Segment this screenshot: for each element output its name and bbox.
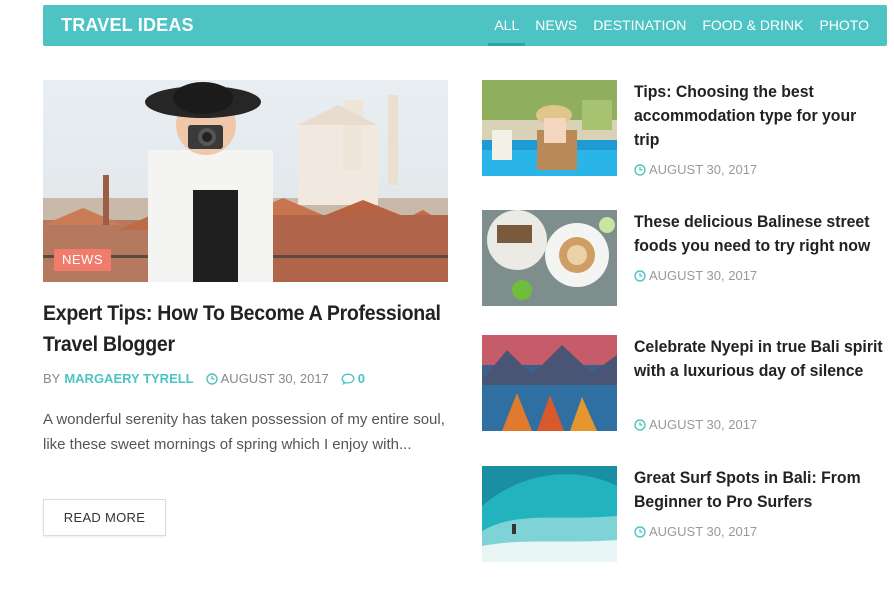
by-label: BY bbox=[43, 371, 61, 386]
side-post-thumbnail[interactable] bbox=[482, 80, 617, 176]
read-more-button[interactable]: READ MORE bbox=[43, 499, 166, 536]
side-post-title[interactable]: Great Surf Spots in Bali: From Beginner … bbox=[634, 466, 885, 514]
author-link[interactable]: MARGAERY TYRELL bbox=[64, 371, 193, 386]
clock-icon bbox=[634, 269, 646, 282]
side-post-date: AUGUST 30, 2017 bbox=[634, 524, 757, 539]
side-post-thumbnail[interactable] bbox=[482, 335, 617, 431]
tab-food-drink[interactable]: FOOD & DRINK bbox=[702, 5, 803, 46]
side-post-title[interactable]: These delicious Balinese street foods yo… bbox=[634, 210, 885, 258]
tab-all[interactable]: ALL bbox=[488, 5, 526, 46]
top-navbar: TRAVEL IDEAS ALL NEWS DESTINATION FOOD &… bbox=[43, 5, 887, 46]
clock-icon bbox=[205, 372, 218, 385]
comments-count: 0 bbox=[357, 371, 366, 386]
side-post-date-text: AUGUST 30, 2017 bbox=[649, 417, 758, 432]
side-post-date: AUGUST 30, 2017 bbox=[634, 268, 757, 283]
category-tabs: ALL NEWS DESTINATION FOOD & DRINK PHOTO bbox=[478, 5, 869, 46]
feature-date: AUGUST 30, 2017 bbox=[205, 371, 329, 386]
tab-news[interactable]: NEWS bbox=[535, 5, 577, 46]
side-post-title[interactable]: Celebrate Nyepi in true Bali spirit with… bbox=[634, 335, 885, 383]
clock-icon bbox=[634, 418, 646, 431]
side-post-date: AUGUST 30, 2017 bbox=[634, 417, 757, 432]
comment-icon bbox=[341, 373, 355, 385]
side-post-title[interactable]: Tips: Choosing the best accommodation ty… bbox=[634, 80, 885, 152]
side-post-date: AUGUST 30, 2017 bbox=[634, 162, 757, 177]
feature-excerpt: A wonderful serenity has taken possessio… bbox=[43, 411, 445, 453]
category-badge[interactable]: NEWS bbox=[54, 249, 111, 271]
comments-link[interactable]: 0 bbox=[341, 371, 365, 386]
side-post-date-text: AUGUST 30, 2017 bbox=[649, 268, 758, 283]
tab-photo[interactable]: PHOTO bbox=[819, 5, 869, 46]
side-post-thumbnail[interactable] bbox=[482, 210, 617, 306]
site-title[interactable]: TRAVEL IDEAS bbox=[61, 5, 194, 46]
feature-title[interactable]: Expert Tips: How To Become A Professiona… bbox=[43, 298, 448, 360]
tab-destination[interactable]: DESTINATION bbox=[593, 5, 686, 46]
side-post-date-text: AUGUST 30, 2017 bbox=[649, 524, 758, 539]
side-post-date-text: AUGUST 30, 2017 bbox=[649, 162, 758, 177]
feature-date-text: AUGUST 30, 2017 bbox=[220, 371, 329, 386]
side-post-thumbnail[interactable] bbox=[482, 466, 617, 562]
clock-icon bbox=[634, 525, 646, 538]
feature-meta: BY MARGAERY TYRELL AUGUST 30, 2017 0 bbox=[43, 371, 365, 386]
clock-icon bbox=[634, 163, 646, 176]
